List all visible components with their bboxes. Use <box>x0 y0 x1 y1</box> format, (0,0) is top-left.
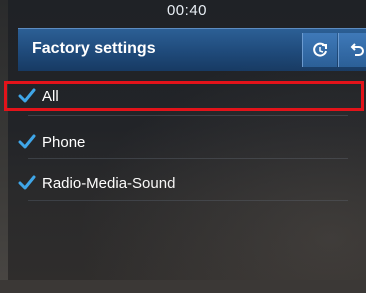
checkmark-icon <box>18 175 36 190</box>
divider <box>28 115 348 116</box>
header-bar: Factory settings <box>18 28 366 71</box>
list-item-phone[interactable]: Phone <box>18 125 356 159</box>
list-item-label: Radio-Media-Sound <box>42 174 176 192</box>
sync-icon <box>313 42 327 57</box>
divider <box>28 158 348 159</box>
page-title: Factory settings <box>32 40 156 57</box>
back-button[interactable] <box>338 33 366 67</box>
status-clock: 00:40 <box>166 2 208 19</box>
back-icon <box>350 43 364 56</box>
divider <box>28 200 348 201</box>
checkmark-icon <box>18 134 36 149</box>
infotainment-screen: 00:40 Factory settings All Phone Radio-M… <box>8 0 366 280</box>
device-bottom-edge <box>0 280 366 293</box>
sync-button[interactable] <box>302 33 337 67</box>
list-item-label: Phone <box>42 133 86 151</box>
highlight-box <box>4 81 364 111</box>
list-item-radio-media-sound[interactable]: Radio-Media-Sound <box>18 166 356 200</box>
